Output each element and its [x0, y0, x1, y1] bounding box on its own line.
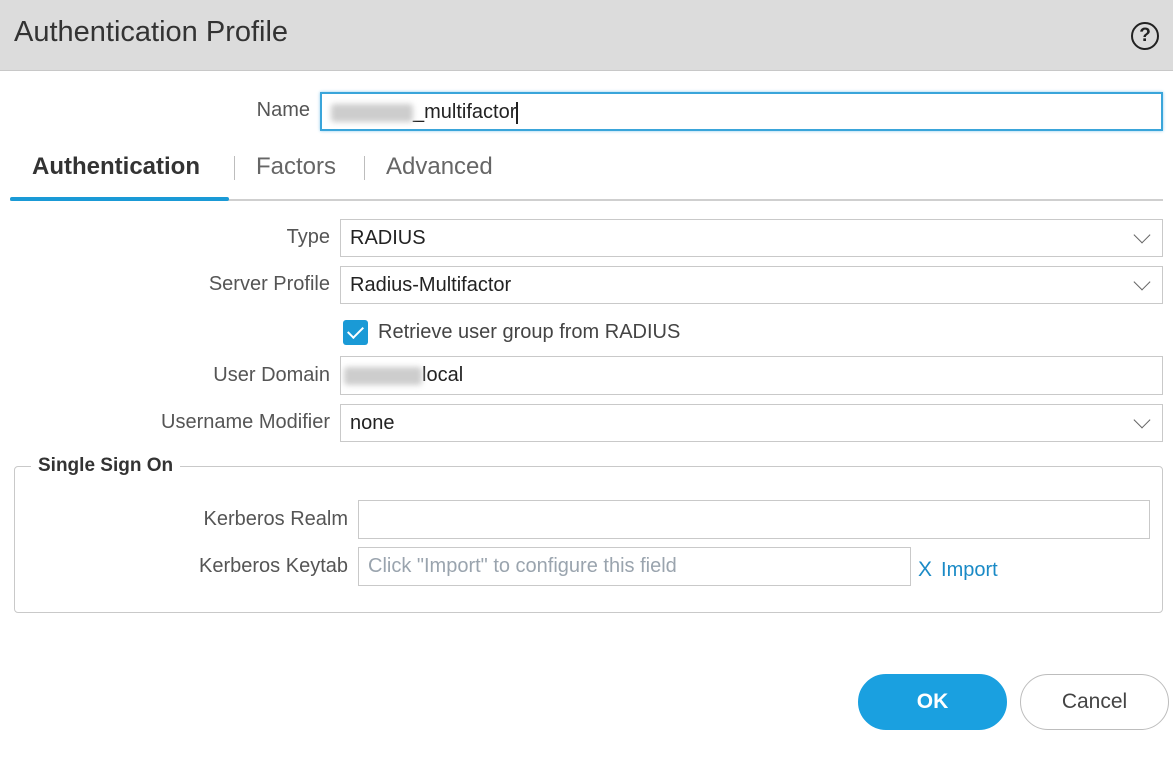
type-label: Type: [286, 226, 330, 248]
username-modifier-select[interactable]: none: [340, 404, 1163, 442]
clear-icon[interactable]: X: [918, 558, 932, 581]
chevron-down-icon: [1133, 411, 1151, 429]
tab-divider: [364, 156, 365, 180]
user-domain-input[interactable]: local: [340, 356, 1163, 395]
import-link[interactable]: X Import: [918, 558, 998, 582]
username-modifier-value: none: [350, 412, 395, 434]
name-value: _multifactor: [413, 101, 517, 123]
text-caret: [516, 101, 518, 124]
server-profile-label: Server Profile: [208, 273, 330, 295]
tab-advanced[interactable]: Advanced: [386, 153, 493, 181]
server-profile-value: Radius-Multifactor: [350, 274, 512, 296]
name-label: Name: [256, 99, 310, 121]
tab-bar: Authentication Factors Advanced: [10, 150, 1163, 202]
ok-button[interactable]: OK: [858, 674, 1007, 730]
tab-authentication[interactable]: Authentication: [32, 153, 200, 181]
single-sign-on-legend: Single Sign On: [31, 455, 181, 477]
name-input[interactable]: _multifactor: [320, 92, 1163, 131]
retrieve-group-checkbox[interactable]: [343, 320, 368, 345]
user-domain-label: User Domain: [213, 364, 330, 386]
cancel-button[interactable]: Cancel: [1020, 674, 1169, 730]
single-sign-on-group: [14, 466, 1163, 613]
kerberos-keytab-label: Kerberos Keytab: [199, 555, 348, 577]
kerberos-keytab-placeholder: Click "Import" to configure this field: [368, 555, 677, 577]
tab-factors[interactable]: Factors: [256, 153, 336, 181]
retrieve-group-label[interactable]: Retrieve user group from RADIUS: [378, 321, 680, 344]
active-tab-indicator: [10, 197, 229, 201]
kerberos-keytab-input[interactable]: Click "Import" to configure this field: [358, 547, 911, 586]
kerberos-realm-label: Kerberos Realm: [203, 508, 348, 530]
username-modifier-label: Username Modifier: [161, 411, 330, 433]
tab-divider: [234, 156, 235, 180]
dialog-titlebar: Authentication Profile ?: [0, 0, 1173, 71]
redacted-text: [344, 366, 422, 385]
kerberos-realm-input[interactable]: [358, 500, 1150, 539]
server-profile-select[interactable]: Radius-Multifactor: [340, 266, 1163, 304]
redacted-text: [331, 103, 413, 122]
dialog-title: Authentication Profile: [14, 16, 289, 48]
help-icon[interactable]: ?: [1131, 22, 1159, 50]
import-label[interactable]: Import: [941, 559, 998, 581]
user-domain-value: local: [422, 364, 464, 386]
chevron-down-icon: [1133, 273, 1151, 291]
type-select[interactable]: RADIUS: [340, 219, 1163, 257]
chevron-down-icon: [1133, 226, 1151, 244]
type-value: RADIUS: [350, 227, 426, 249]
